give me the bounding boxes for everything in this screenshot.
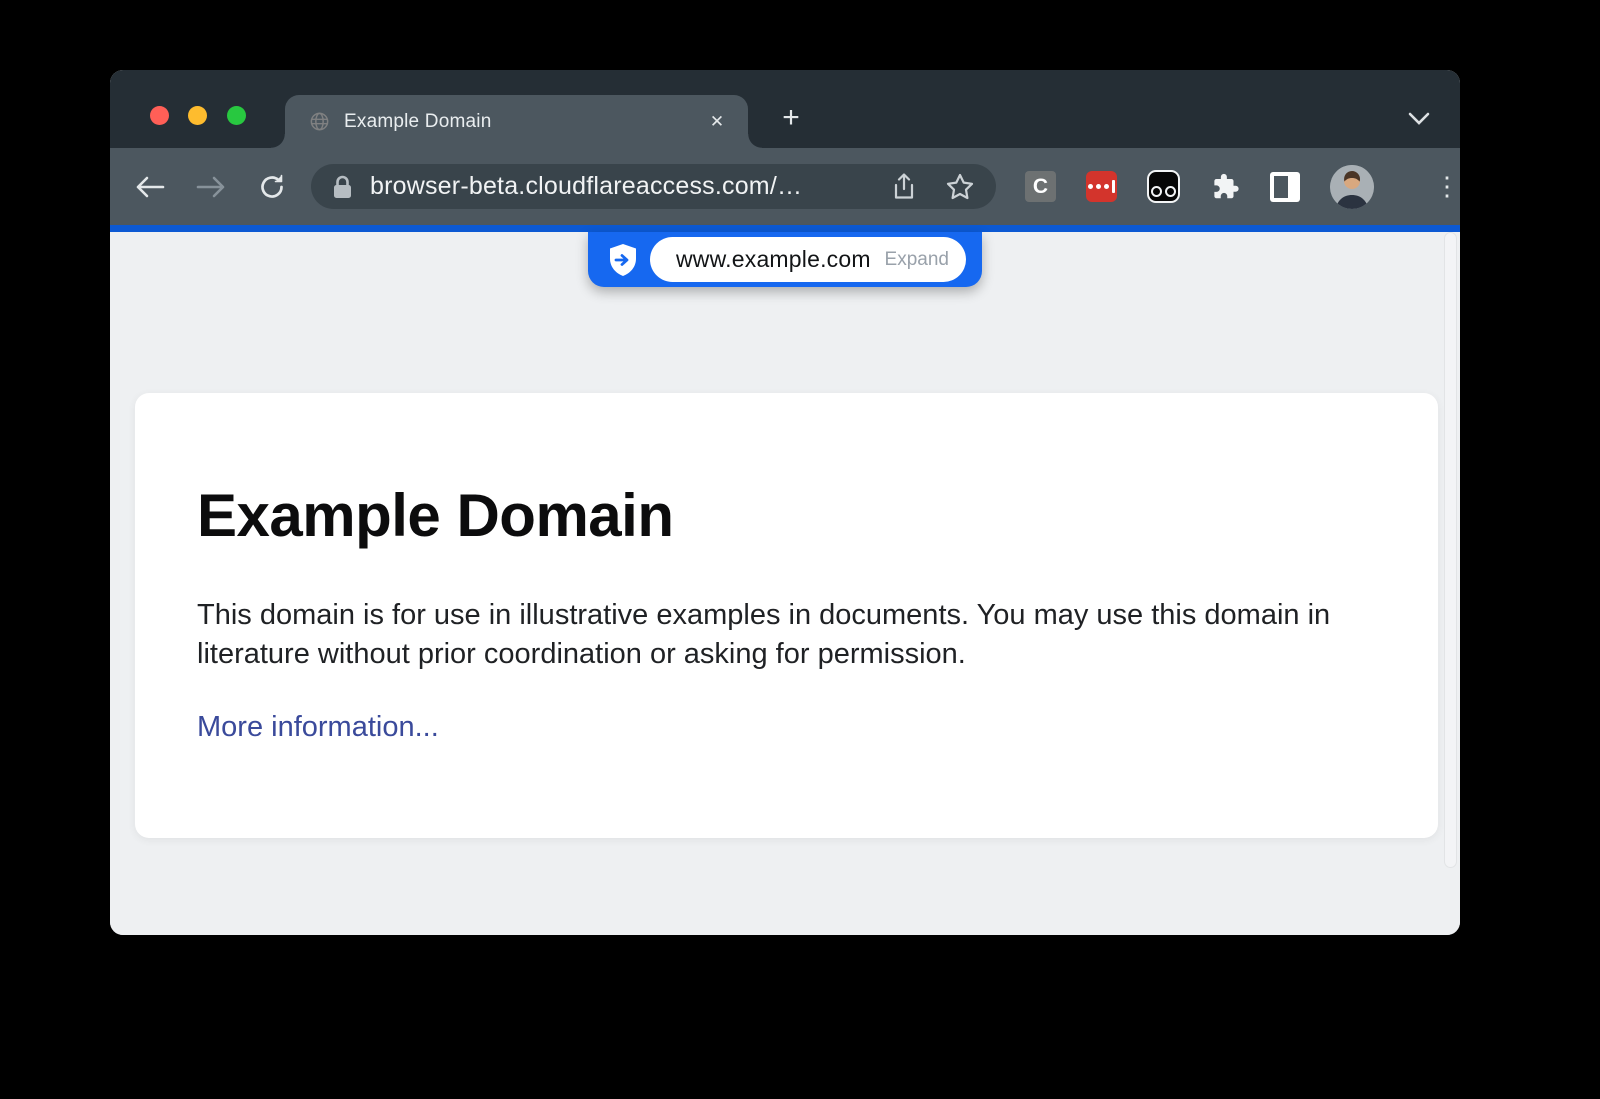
- new-tab-button[interactable]: +: [774, 102, 808, 136]
- chevron-down-icon[interactable]: [1408, 112, 1430, 125]
- tab-close-icon[interactable]: ✕: [704, 109, 730, 135]
- isolation-badge[interactable]: www.example.com Expand: [588, 232, 982, 287]
- close-window-button[interactable]: [150, 106, 169, 125]
- side-panel-icon[interactable]: [1270, 172, 1300, 202]
- profile-avatar[interactable]: [1330, 165, 1374, 209]
- url-text[interactable]: browser-beta.cloudflareaccess.com/…: [370, 172, 892, 201]
- isolation-indicator-line: [110, 225, 1460, 232]
- tab-example-domain[interactable]: Example Domain ✕: [285, 95, 748, 148]
- menu-kebab-icon[interactable]: ⋮: [1432, 171, 1460, 202]
- star-icon: [946, 173, 974, 200]
- browser-window: Example Domain ✕ +: [110, 70, 1460, 935]
- zoom-window-button[interactable]: [227, 106, 246, 125]
- content-card: Example Domain This domain is for use in…: [135, 393, 1438, 838]
- back-button[interactable]: [128, 165, 172, 209]
- extension-c-icon[interactable]: C: [1025, 171, 1056, 202]
- goggles-extension-icon[interactable]: [1147, 170, 1180, 203]
- share-icon: [892, 173, 916, 201]
- toolbar: browser-beta.cloudflareaccess.com/… C: [110, 148, 1460, 225]
- extensions-puzzle-icon[interactable]: [1210, 172, 1240, 202]
- share-button[interactable]: [892, 173, 916, 201]
- lock-icon: [333, 175, 352, 199]
- reload-button[interactable]: [250, 165, 294, 209]
- page-viewport: www.example.com Expand Example Domain Th…: [110, 232, 1460, 935]
- vertical-scrollbar[interactable]: [1444, 232, 1457, 868]
- shield-arrow-icon: [608, 243, 638, 277]
- address-bar[interactable]: browser-beta.cloudflareaccess.com/…: [311, 164, 996, 209]
- forward-arrow-icon: [196, 175, 226, 199]
- page-title: Example Domain: [197, 481, 1376, 550]
- globe-favicon-icon: [309, 111, 330, 132]
- isolated-hostname: www.example.com: [676, 246, 885, 273]
- page-paragraph: This domain is for use in illustrative e…: [197, 596, 1347, 674]
- tab-title: Example Domain: [344, 111, 704, 133]
- lastpass-extension-icon[interactable]: [1086, 171, 1117, 202]
- reload-icon: [258, 173, 286, 201]
- expand-button[interactable]: Expand: [885, 249, 949, 271]
- more-information-link[interactable]: More information...: [197, 711, 439, 744]
- bookmark-button[interactable]: [946, 173, 974, 200]
- extensions-area: C ⋮: [1025, 165, 1460, 209]
- back-arrow-icon: [135, 175, 165, 199]
- minimize-window-button[interactable]: [188, 106, 207, 125]
- forward-button[interactable]: [189, 165, 233, 209]
- tab-strip: Example Domain ✕ +: [110, 70, 1460, 148]
- isolated-hostname-pill[interactable]: www.example.com Expand: [650, 237, 966, 282]
